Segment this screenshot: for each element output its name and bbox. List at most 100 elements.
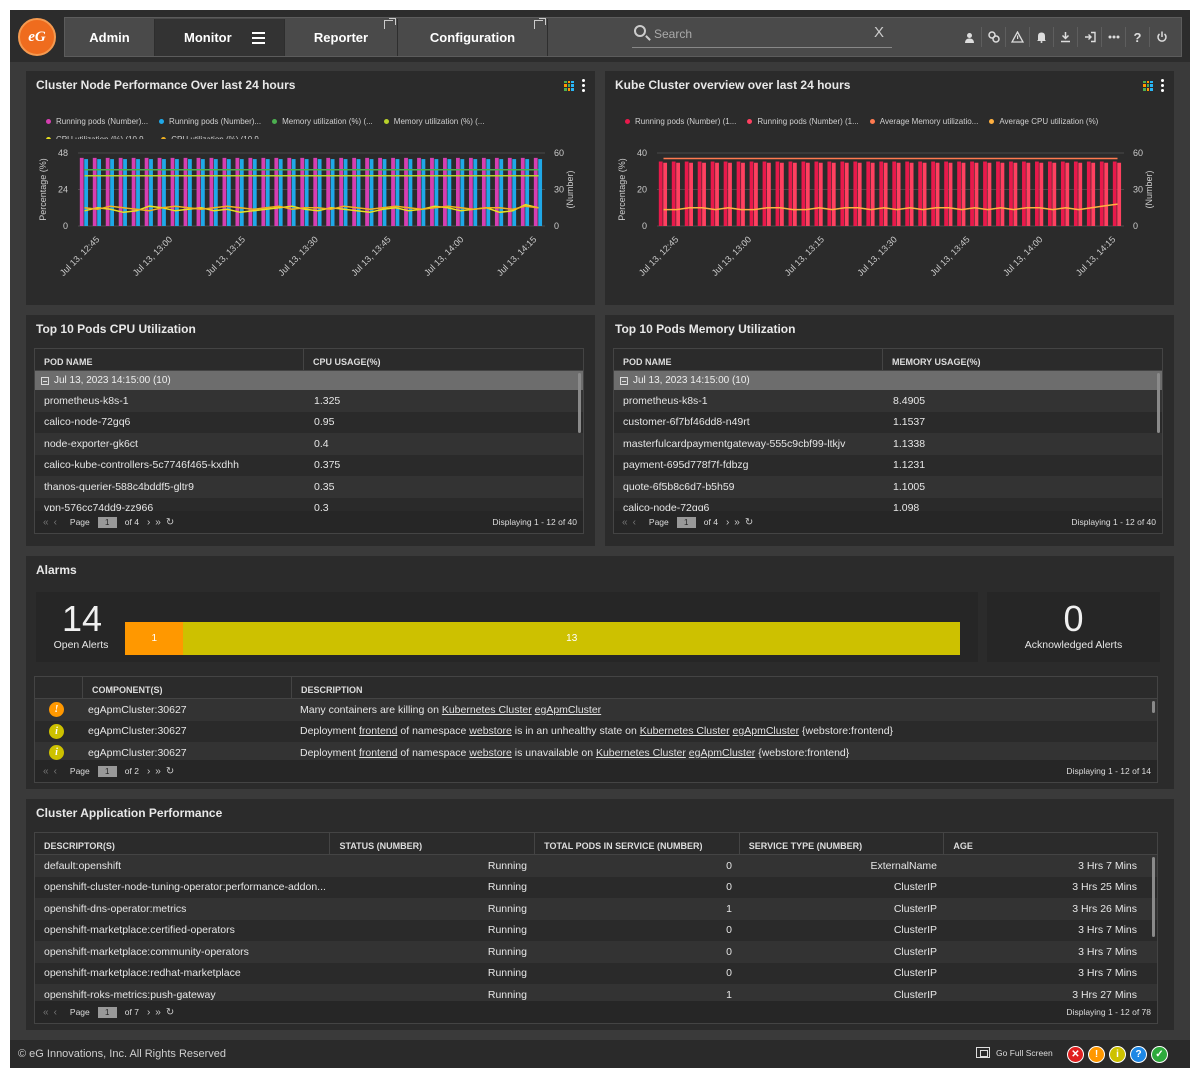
column-header[interactable]: MEMORY USAGE(%) <box>883 349 1162 370</box>
column-header[interactable]: SERVICE TYPE (NUMBER) <box>740 833 945 854</box>
group-row[interactable]: Jul 13, 2023 14:15:00 (10) <box>614 371 1162 390</box>
chart-bar[interactable] <box>728 162 732 226</box>
critical-icon[interactable]: ✕ <box>1067 1046 1084 1063</box>
chart-bar[interactable] <box>1013 162 1018 226</box>
link-icon[interactable] <box>981 27 1005 47</box>
chart-bar[interactable] <box>749 161 754 226</box>
chart-bar[interactable] <box>818 162 823 226</box>
column-header[interactable]: STATUS (NUMBER) <box>330 833 536 854</box>
table-row[interactable]: node-exporter-gk6ct 0.4 <box>35 433 583 455</box>
table-row[interactable]: prometheus-k8s-1 1.325 <box>35 390 583 412</box>
grid-view-icon[interactable] <box>1143 80 1153 91</box>
next-page-icon[interactable]: › <box>147 1007 150 1018</box>
page-input[interactable]: 1 <box>97 516 117 528</box>
alarm-row[interactable]: i egApmCluster:30627 Deployment frontend o… <box>35 720 1157 742</box>
chart-bar[interactable] <box>248 157 253 226</box>
chart-bar[interactable] <box>196 157 201 226</box>
chart-bar[interactable] <box>339 157 344 226</box>
chart-bar[interactable] <box>1073 161 1078 226</box>
table-row[interactable]: calico-kube-controllers-5c7746f465-kxdhh… <box>35 454 583 476</box>
chart-bar[interactable] <box>1047 161 1052 226</box>
next-page-icon[interactable]: › <box>726 517 729 528</box>
legend-item[interactable]: Average CPU utilization (%) <box>989 113 1098 131</box>
chart-bar[interactable] <box>274 157 279 226</box>
prev-page-icon[interactable]: ‹ <box>54 517 57 528</box>
prev-page-icon[interactable]: ‹ <box>633 517 636 528</box>
hamburger-menu-icon[interactable] <box>252 32 265 47</box>
chart-bar[interactable] <box>300 157 305 226</box>
description-link[interactable]: Kubernetes Cluster <box>442 704 532 716</box>
page-input[interactable]: 1 <box>97 765 117 777</box>
description-link[interactable]: frontend <box>359 747 398 759</box>
acknowledged-alerts-summary[interactable]: 0 Acknowledged Alerts <box>987 592 1160 662</box>
chart-bar[interactable] <box>840 161 845 226</box>
chart-bar[interactable] <box>702 162 706 226</box>
column-header[interactable]: POD NAME <box>35 349 305 370</box>
last-page-icon[interactable]: » <box>734 517 740 528</box>
panel-menu-icon[interactable] <box>1161 79 1164 92</box>
column-header[interactable]: CPU USAGE(%) <box>304 349 583 370</box>
legend-item[interactable]: Running pods (Number)... <box>159 113 261 131</box>
panel-menu-icon[interactable] <box>582 79 585 92</box>
chart-bar[interactable] <box>261 157 266 226</box>
chart-bar[interactable] <box>183 157 188 226</box>
chart-bar[interactable] <box>779 162 784 226</box>
table-row[interactable]: openshift-marketplace:community-operator… <box>35 941 1157 963</box>
clear-search-icon[interactable]: X <box>874 24 884 41</box>
open-alerts-summary[interactable]: 14 Open Alerts 1 13 <box>36 592 978 662</box>
chart-bar[interactable] <box>507 157 512 226</box>
table-row[interactable]: openshift-marketplace:redhat-marketplace… <box>35 962 1157 984</box>
chart-bar[interactable] <box>961 162 966 226</box>
chart-bar[interactable] <box>1026 162 1031 226</box>
chart-bar[interactable] <box>684 161 689 226</box>
last-page-icon[interactable]: » <box>155 1007 161 1018</box>
chart-bar[interactable] <box>996 161 1000 226</box>
table-row[interactable]: payment-695d778f7f-fdbzg 1.1231 <box>614 454 1162 476</box>
chart-bar[interactable] <box>974 162 979 226</box>
legend-item[interactable]: Running pods (Number) (1... <box>747 113 859 131</box>
chart-bar[interactable] <box>287 157 292 226</box>
chart-bar[interactable] <box>658 161 663 226</box>
chart-bar[interactable] <box>1104 162 1109 226</box>
prev-page-icon[interactable]: ‹ <box>54 766 57 777</box>
download-icon[interactable] <box>1053 27 1077 47</box>
help-icon[interactable]: ? <box>1125 27 1149 47</box>
chart-bar[interactable] <box>697 161 702 226</box>
chart-bar[interactable] <box>170 157 175 226</box>
chart-bar[interactable] <box>775 161 780 226</box>
minor-icon[interactable]: i <box>1109 1046 1126 1063</box>
chart-bar[interactable] <box>805 162 810 226</box>
chart-bar[interactable] <box>715 162 719 226</box>
chart-bar[interactable] <box>710 161 715 226</box>
last-page-icon[interactable]: » <box>155 517 161 528</box>
tab-monitor[interactable]: Monitor <box>155 19 285 56</box>
normal-icon[interactable]: ✓ <box>1151 1046 1168 1063</box>
prev-page-icon[interactable]: ‹ <box>54 1007 57 1018</box>
chart-bar[interactable] <box>222 157 227 226</box>
user-icon[interactable] <box>957 27 981 47</box>
chart-bar[interactable] <box>970 161 974 226</box>
first-page-icon[interactable]: « <box>43 766 49 777</box>
column-header[interactable]: DESCRIPTION <box>292 677 1157 698</box>
chart-bar[interactable] <box>767 162 771 226</box>
chart-bar[interactable] <box>1099 161 1104 226</box>
chart-bar[interactable] <box>905 161 910 226</box>
chart-bar[interactable] <box>105 157 110 226</box>
legend-item[interactable]: Average Memory utilizatio... <box>869 113 978 131</box>
chart-bar[interactable] <box>352 157 357 226</box>
go-full-screen-button[interactable]: Go Full Screen <box>976 1047 1053 1058</box>
chart-bar[interactable] <box>814 161 819 226</box>
chart-bar[interactable] <box>468 157 473 226</box>
first-page-icon[interactable]: « <box>43 517 49 528</box>
scrollbar[interactable] <box>1152 857 1155 937</box>
chart-bar[interactable] <box>1091 162 1096 226</box>
alarm-row[interactable]: ! egApmCluster:30627 Many containers are k… <box>35 699 1157 721</box>
tab-admin[interactable]: Admin <box>65 19 155 56</box>
refresh-icon[interactable]: ↻ <box>745 517 753 528</box>
next-page-icon[interactable]: › <box>147 517 150 528</box>
scrollbar[interactable] <box>1157 373 1160 433</box>
chart-bar[interactable] <box>1052 162 1057 226</box>
table-row[interactable]: thanos-querier-588c4bddf5-gltr9 0.35 <box>35 476 583 498</box>
chart-bar[interactable] <box>987 162 992 226</box>
chart-bar[interactable] <box>481 157 486 226</box>
